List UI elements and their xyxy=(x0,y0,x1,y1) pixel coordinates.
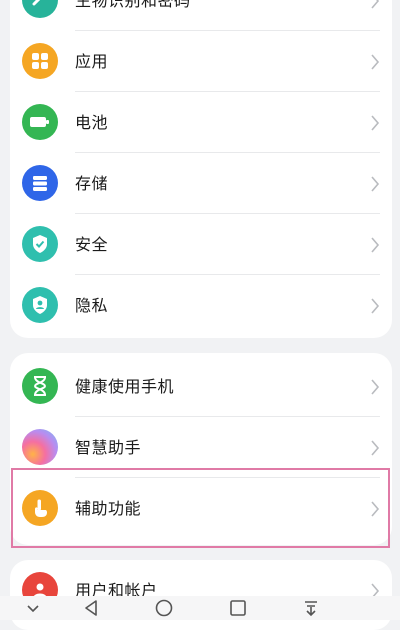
settings-group-2: 健康使用手机 智慧助手 辅助功能 xyxy=(10,353,392,545)
settings-item-digital-balance[interactable]: 健康使用手机 xyxy=(10,356,392,417)
settings-item-security[interactable]: 安全 xyxy=(10,214,392,275)
settings-item-label: 存储 xyxy=(75,174,109,193)
settings-item-accessibility[interactable]: 辅助功能 xyxy=(10,478,392,539)
settings-group-1: 生物识别和密码 应用 电池 存储 安全 隐私 xyxy=(10,0,392,338)
chevron-right-icon xyxy=(371,440,380,456)
privacy-icon xyxy=(22,287,58,323)
chevron-right-icon xyxy=(371,298,380,314)
chevron-right-icon xyxy=(371,379,380,395)
settings-item-label: 生物识别和密码 xyxy=(75,0,191,10)
settings-item-label: 安全 xyxy=(75,235,109,254)
apps-grid-icon xyxy=(22,43,58,79)
settings-item-battery[interactable]: 电池 xyxy=(10,92,392,153)
storage-icon xyxy=(22,165,58,201)
battery-icon xyxy=(22,104,58,140)
settings-item-apps[interactable]: 应用 xyxy=(10,31,392,92)
system-navigation-bar xyxy=(0,596,400,620)
collapse-icon[interactable] xyxy=(22,598,44,618)
chevron-right-icon xyxy=(371,176,380,192)
chevron-right-icon xyxy=(371,237,380,253)
hand-pointer-icon xyxy=(22,490,58,526)
settings-item-smart-assistant[interactable]: 智慧助手 xyxy=(10,417,392,478)
settings-item-privacy[interactable]: 隐私 xyxy=(10,275,392,336)
home-icon[interactable] xyxy=(153,598,175,618)
settings-item-label: 健康使用手机 xyxy=(75,377,175,396)
assistant-icon xyxy=(22,429,58,465)
settings-item-biometrics[interactable]: 生物识别和密码 xyxy=(10,0,392,31)
settings-item-label: 隐私 xyxy=(75,296,109,315)
settings-item-label: 智慧助手 xyxy=(75,438,142,457)
shield-check-icon xyxy=(22,226,58,262)
settings-item-label: 应用 xyxy=(75,52,109,71)
hourglass-icon xyxy=(22,368,58,404)
settings-item-storage[interactable]: 存储 xyxy=(10,153,392,214)
chevron-right-icon xyxy=(371,501,380,517)
settings-item-label: 电池 xyxy=(75,113,109,132)
chevron-right-icon xyxy=(371,115,380,131)
back-icon[interactable] xyxy=(80,598,102,618)
chevron-right-icon xyxy=(371,0,380,9)
fingerprint-icon xyxy=(22,0,58,18)
recents-icon[interactable] xyxy=(227,598,249,618)
chevron-right-icon xyxy=(371,54,380,70)
notification-pull-icon[interactable] xyxy=(300,598,322,618)
settings-item-label: 辅助功能 xyxy=(75,499,142,518)
